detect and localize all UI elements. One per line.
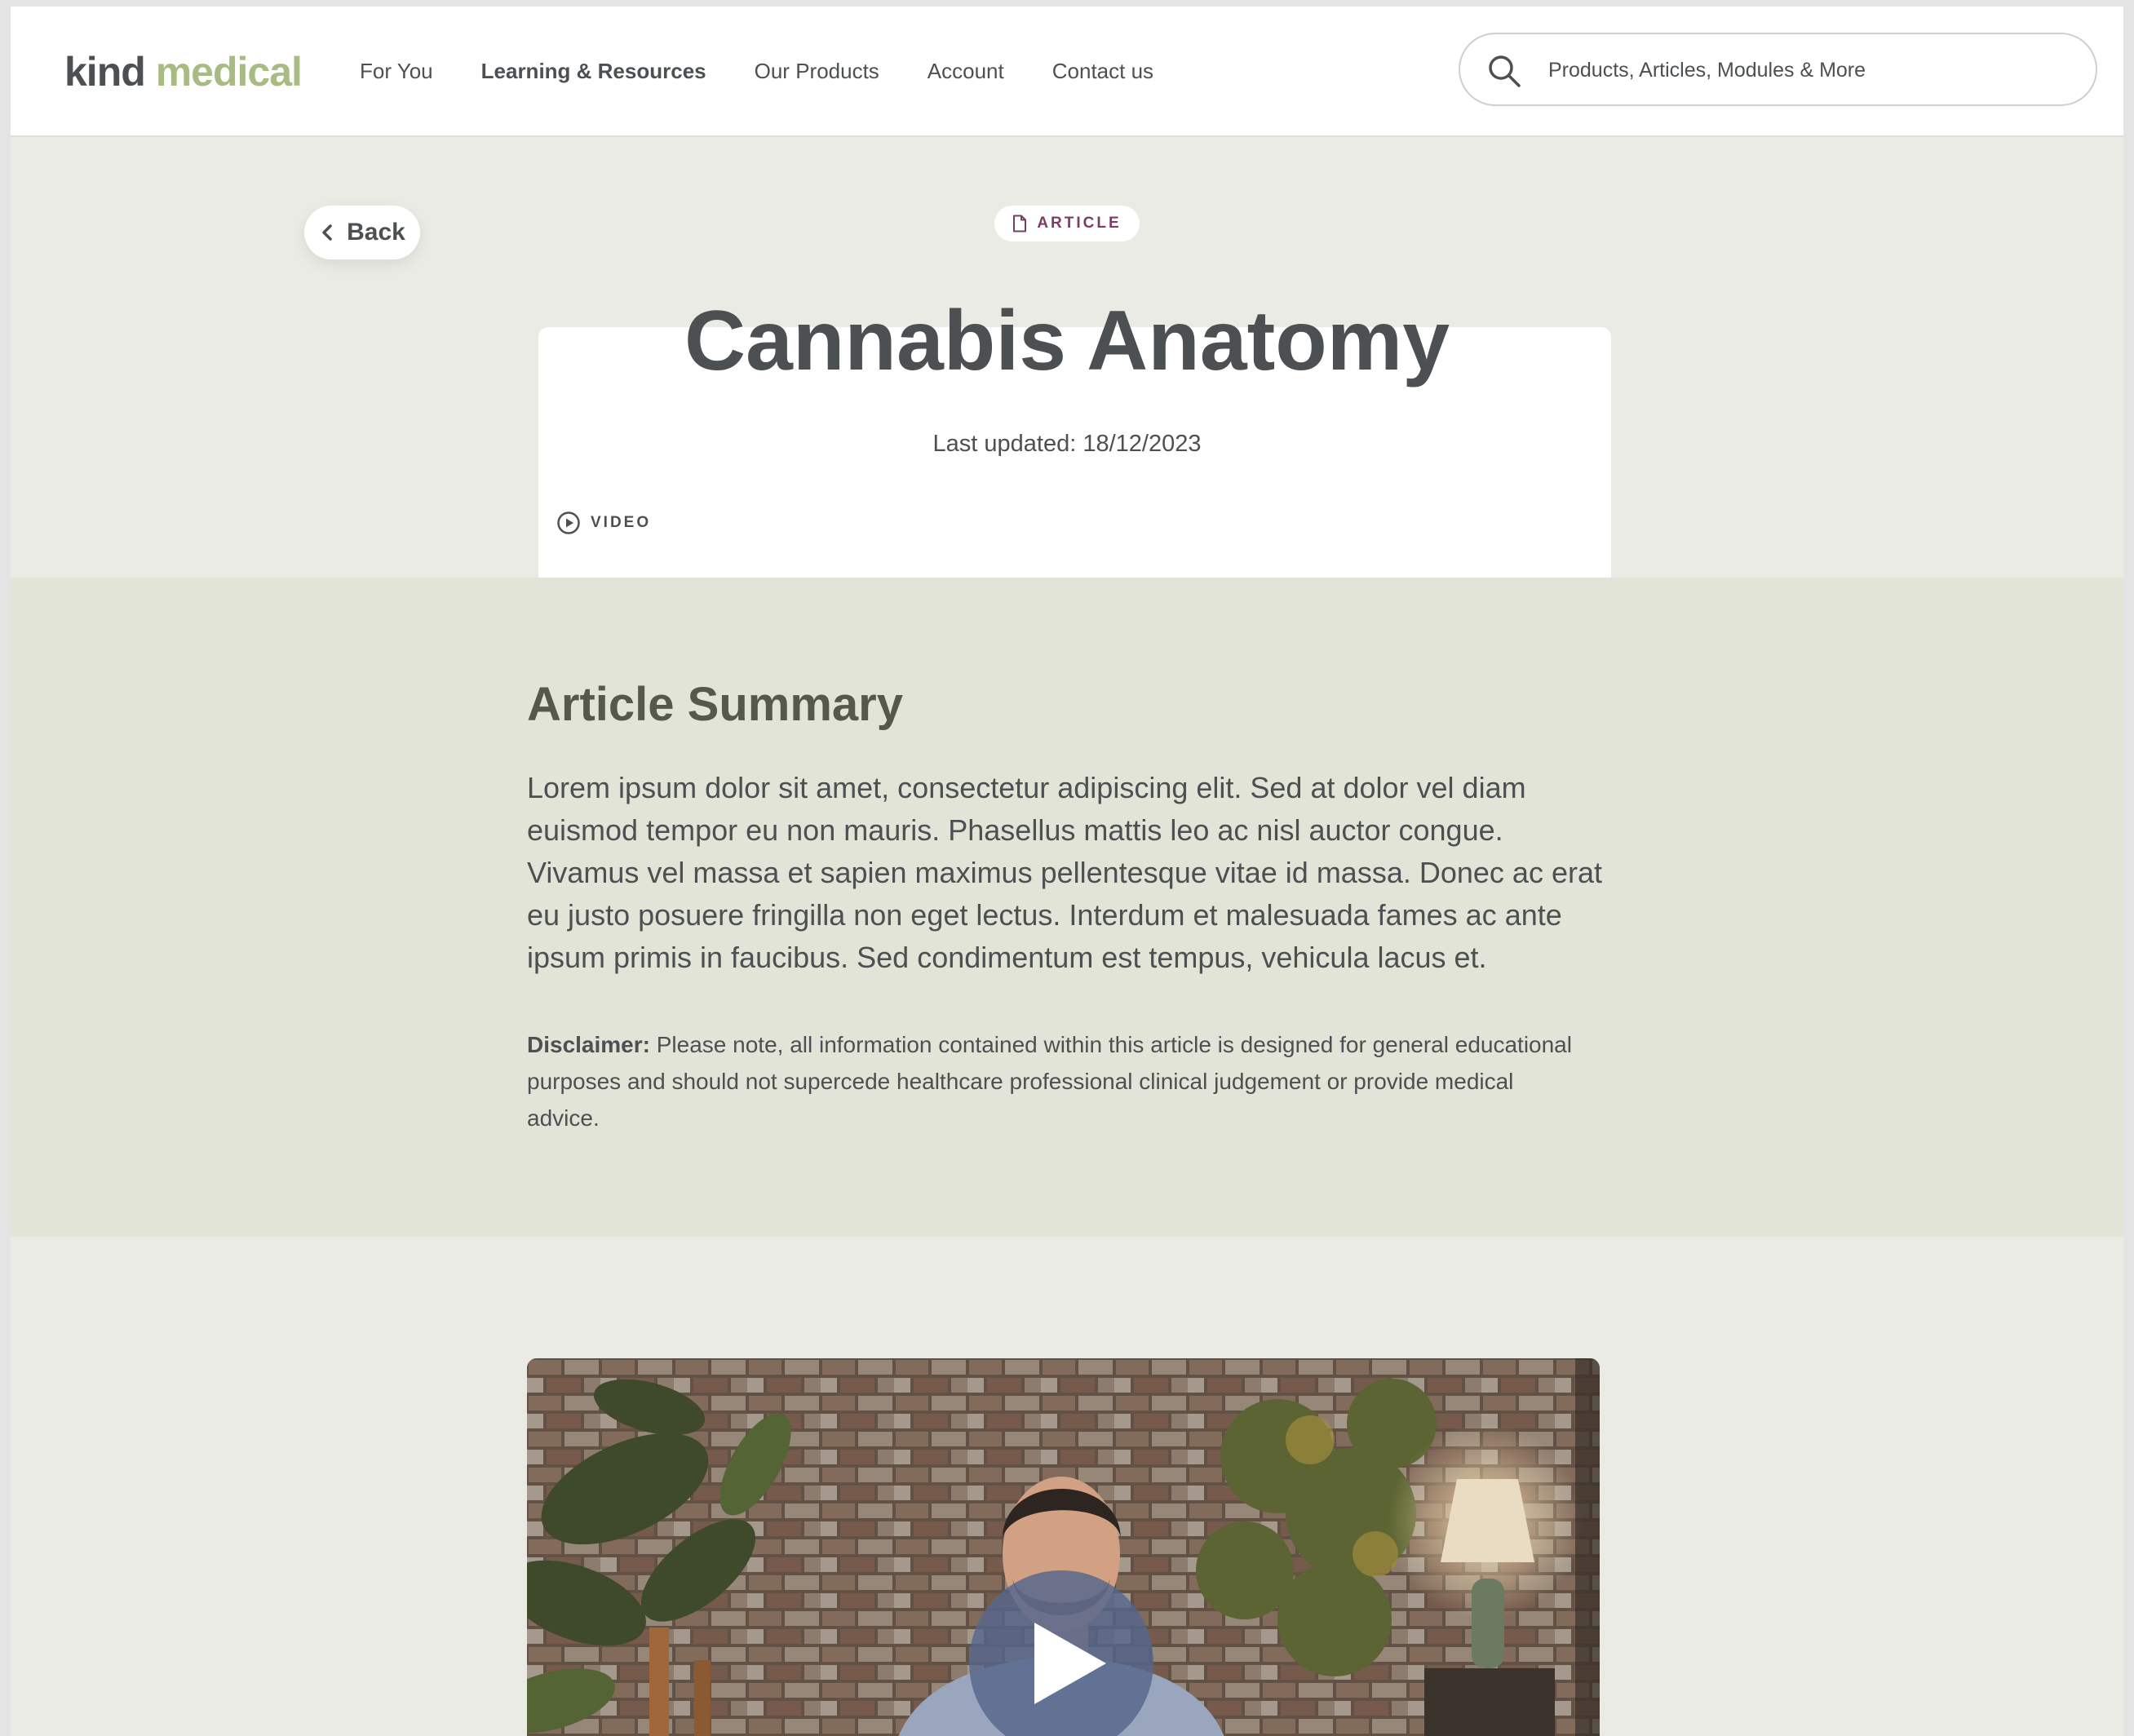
nav-item-contact-us[interactable]: Contact us (1052, 59, 1153, 84)
search-bar[interactable] (1459, 33, 2097, 106)
page: kind medical For You Learning & Resource… (11, 7, 2123, 1736)
nav-item-account[interactable]: Account (928, 59, 1004, 84)
main-nav: For You Learning & Resources Our Product… (360, 7, 1202, 135)
video-section (11, 1237, 2123, 1736)
search-input[interactable] (1547, 49, 2072, 91)
summary-body: Lorem ipsum dolor sit amet, consectetur … (527, 771, 1602, 974)
disclaimer: Disclaimer: Please note, all information… (527, 1026, 1587, 1136)
page-title: Cannabis Anatomy (684, 294, 1450, 388)
logo-kind: kind (64, 49, 146, 95)
disclaimer-label: Disclaimer: (527, 1032, 650, 1057)
video-player[interactable] (527, 1358, 1600, 1736)
nav-item-our-products[interactable]: Our Products (755, 59, 879, 84)
last-updated-date: 18/12/2023 (1082, 431, 1202, 457)
last-updated: Last updated: 18/12/2023 (11, 431, 2123, 458)
kind-medical-logo[interactable]: kind medical (64, 47, 303, 96)
summary-heading: Article Summary (527, 678, 903, 731)
search-icon[interactable] (1486, 53, 1522, 89)
last-updated-label: Last updated: (932, 431, 1077, 457)
logo-medical: medical (155, 49, 303, 95)
document-icon (1013, 215, 1027, 232)
article-hero: Back ARTICLE VIDEO Cannabis Anatomy Last… (11, 137, 2123, 719)
disclaimer-text: Please note, all information contained w… (527, 1032, 1572, 1131)
play-circle-icon (557, 512, 580, 534)
nav-item-learning-resources[interactable]: Learning & Resources (481, 59, 706, 84)
content-type-tags: ARTICLE VIDEO (11, 206, 2123, 719)
site-header: kind medical For You Learning & Resource… (11, 7, 2123, 137)
article-tag-label: ARTICLE (1037, 215, 1122, 232)
nav-item-for-you[interactable]: For You (360, 59, 433, 84)
play-icon (1034, 1623, 1106, 1704)
article-summary: Article Summary Lorem ipsum dolor sit am… (11, 578, 2123, 1237)
article-tag: ARTICLE (994, 206, 1140, 241)
video-tag-label: VIDEO (591, 514, 652, 531)
